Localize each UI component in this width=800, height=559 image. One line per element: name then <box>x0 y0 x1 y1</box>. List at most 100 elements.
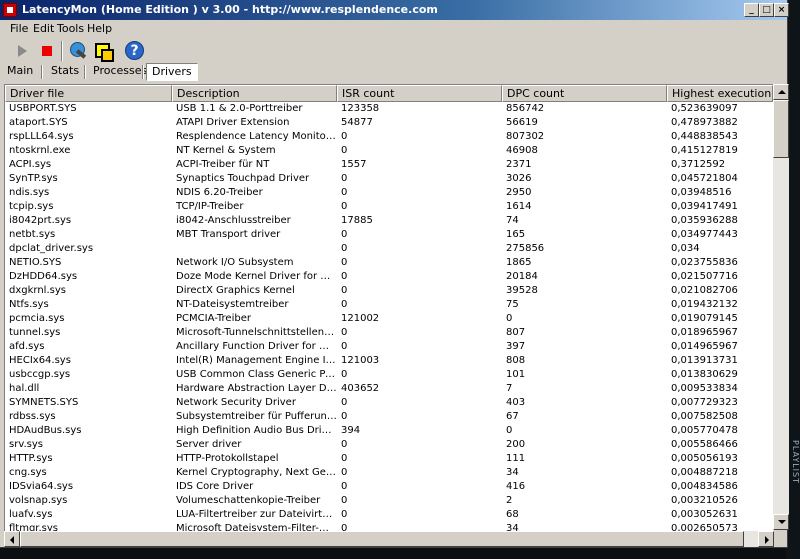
table-row[interactable]: volsnap.sys Volumeschattenkopie-Treiber 0 2… <box>5 494 773 508</box>
cell-driver-file: tcpip.sys <box>9 201 54 212</box>
table-row[interactable]: NETIO.SYS Network I/O Subsystem 0 1865 0,023… <box>5 256 773 270</box>
cell-isr-count: 0 <box>341 411 348 422</box>
table-row[interactable]: srv.sys Server driver 0 200 0,005586466 <box>5 438 773 452</box>
cell-description: High Definition Audio Bus Driver <box>176 425 337 436</box>
table-row[interactable]: rdbss.sys Subsystemtreiber für Pufferung … <box>5 410 773 424</box>
cell-isr-count: 0 <box>341 467 348 478</box>
tab-stats[interactable]: Stats <box>46 63 84 81</box>
table-row[interactable]: SYMNETS.SYS Network Security Driver 0 403 0,… <box>5 396 773 410</box>
cell-highest-execution: 0,035936288 <box>671 215 738 226</box>
cell-driver-file: ACPI.sys <box>9 159 52 170</box>
column-header-isr-count[interactable]: ISR count <box>337 85 502 102</box>
cell-highest-execution: 0,478973882 <box>671 117 738 128</box>
cell-dpc-count: 397 <box>506 341 526 352</box>
cell-description <box>172 242 337 256</box>
column-header-dpc-count[interactable]: DPC count <box>502 85 667 102</box>
table-row[interactable]: tunnel.sys Microsoft-Tunnelschnittstellen… <box>5 326 773 340</box>
table-row[interactable]: ACPI.sys ACPI-Treiber für NT 1557 2371 0,371… <box>5 158 773 172</box>
table-row[interactable]: ndis.sys NDIS 6.20-Treiber 0 2950 0,03948516 <box>5 186 773 200</box>
cell-isr-count: 394 <box>341 425 361 436</box>
cell-description: ACPI-Treiber für NT <box>176 159 270 170</box>
cell-description: MBT Transport driver <box>176 229 281 240</box>
cell-highest-execution: 0,034 <box>671 243 700 254</box>
cell-description: Intel(R) Management Engine Interface <box>176 355 337 366</box>
cell-driver-file: DzHDD64.sys <box>9 271 78 282</box>
table-row[interactable]: ntoskrnl.exe NT Kernel & System 0 46908 0,41… <box>5 144 773 158</box>
column-header-description[interactable]: Description <box>172 85 337 102</box>
table-row[interactable]: usbccgp.sys USB Common Class Generic Pare… <box>5 368 773 382</box>
table-row[interactable]: IDSvia64.sys IDS Core Driver 0 416 0,0048345… <box>5 480 773 494</box>
tab-drivers[interactable]: Drivers <box>146 63 198 81</box>
cell-dpc-count: 67 <box>506 411 519 422</box>
cell-isr-count: 0 <box>341 327 348 338</box>
cell-description: HTTP-Protokollstapel <box>176 453 279 464</box>
table-row[interactable]: rspLLL64.sys Resplendence Latency Monitor… <box>5 130 773 144</box>
windows-icon[interactable] <box>92 40 114 62</box>
table-row[interactable]: pcmcia.sys PCMCIA-Treiber 121002 0 0,0190791… <box>5 312 773 326</box>
cell-dpc-count: 165 <box>506 229 526 240</box>
cell-driver-file: luafv.sys <box>9 509 53 520</box>
cpu-icon[interactable] <box>66 40 88 62</box>
cell-driver-file: volsnap.sys <box>9 495 68 506</box>
horizontal-scroll-thumb[interactable] <box>20 531 744 547</box>
vertical-scroll-thumb[interactable] <box>773 100 789 158</box>
table-row[interactable]: HTTP.sys HTTP-Protokollstapel 0 111 0,005056… <box>5 452 773 466</box>
table-row[interactable]: USBPORT.SYS USB 1.1 & 2.0-Porttreiber 1233… <box>5 102 773 116</box>
cell-dpc-count: 1614 <box>506 201 532 212</box>
table-row[interactable]: HDAudBus.sys High Definition Audio Bus Dr… <box>5 424 773 438</box>
cell-driver-file: pcmcia.sys <box>9 313 65 324</box>
cell-description: IDS Core Driver <box>176 481 254 492</box>
cell-description: LUA-Filtertreiber zur Dateivirtualisier.… <box>176 509 337 520</box>
table-row[interactable]: SynTP.sys Synaptics Touchpad Driver 0 3026 0… <box>5 172 773 186</box>
cell-driver-file: cng.sys <box>9 467 47 478</box>
cell-isr-count: 0 <box>341 481 348 492</box>
table-row[interactable]: DzHDD64.sys Doze Mode Kernel Driver for H… <box>5 270 773 284</box>
table-row[interactable]: dpclat_driver.sys 0 275856 0,034 <box>5 242 773 256</box>
scroll-right-button[interactable] <box>758 531 774 547</box>
table-row[interactable]: i8042prt.sys i8042-Anschlusstreiber 17885 7… <box>5 214 773 228</box>
tab-main[interactable]: Main <box>2 63 38 81</box>
tab-bar: Main Stats Processes Drivers <box>0 63 787 83</box>
stop-icon[interactable] <box>36 40 58 62</box>
title-bar[interactable]: LatencyMon (Home Edition ) v 3.00 - http… <box>0 0 789 20</box>
scroll-up-button[interactable] <box>773 84 789 100</box>
table-row[interactable]: netbt.sys MBT Transport driver 0 165 0,03497… <box>5 228 773 242</box>
cell-highest-execution: 0,014965967 <box>671 341 738 352</box>
table-row[interactable]: tcpip.sys TCP/IP-Treiber 0 1614 0,039417491 <box>5 200 773 214</box>
cell-driver-file: HECIx64.sys <box>9 355 71 366</box>
cell-driver-file: HDAudBus.sys <box>9 425 82 436</box>
cell-isr-count: 0 <box>341 369 348 380</box>
menu-edit[interactable]: Edit <box>33 22 54 35</box>
cell-description: DirectX Graphics Kernel <box>176 285 295 296</box>
cell-highest-execution: 0,005770478 <box>671 425 738 436</box>
table-row[interactable]: cng.sys Kernel Cryptography, Next Generat… <box>5 466 773 480</box>
menu-tools[interactable]: Tools <box>57 22 84 35</box>
column-header-highest-execution[interactable]: Highest execution (ms) <box>667 85 773 102</box>
minimize-button[interactable]: _ <box>744 3 759 17</box>
menu-file[interactable]: File <box>10 22 28 35</box>
cell-dpc-count: 2 <box>506 495 513 506</box>
table-row[interactable]: Ntfs.sys NT-Dateisystemtreiber 0 75 0,019432… <box>5 298 773 312</box>
maximize-button[interactable]: □ <box>759 3 774 17</box>
vertical-scrollbar[interactable] <box>773 84 789 530</box>
latencymon-window: LatencyMon (Home Edition ) v 3.00 - http… <box>0 0 789 548</box>
close-button[interactable]: × <box>774 3 789 17</box>
table-row[interactable]: hal.dll Hardware Abstraction Layer DLL 403… <box>5 382 773 396</box>
cell-dpc-count: 3026 <box>506 173 532 184</box>
table-row[interactable]: dxgkrnl.sys DirectX Graphics Kernel 0 39528… <box>5 284 773 298</box>
column-header-driver-file[interactable]: Driver file <box>5 85 172 102</box>
table-row[interactable]: HECIx64.sys Intel(R) Management Engine In… <box>5 354 773 368</box>
scroll-left-button[interactable] <box>4 531 20 547</box>
table-row[interactable]: ataport.SYS ATAPI Driver Extension 54877 56… <box>5 116 773 130</box>
cell-dpc-count: 416 <box>506 481 526 492</box>
cell-dpc-count: 46908 <box>506 145 538 156</box>
horizontal-scrollbar[interactable] <box>4 531 774 547</box>
play-icon[interactable] <box>12 40 34 62</box>
menu-help[interactable]: Help <box>87 22 112 35</box>
table-row[interactable]: afd.sys Ancillary Function Driver for Win… <box>5 340 773 354</box>
help-icon[interactable] <box>124 40 146 62</box>
cell-highest-execution: 0,021082706 <box>671 285 738 296</box>
tab-separator <box>41 65 43 79</box>
table-row[interactable]: luafv.sys LUA-Filtertreiber zur Dateivirt… <box>5 508 773 522</box>
scroll-down-button[interactable] <box>773 514 789 530</box>
